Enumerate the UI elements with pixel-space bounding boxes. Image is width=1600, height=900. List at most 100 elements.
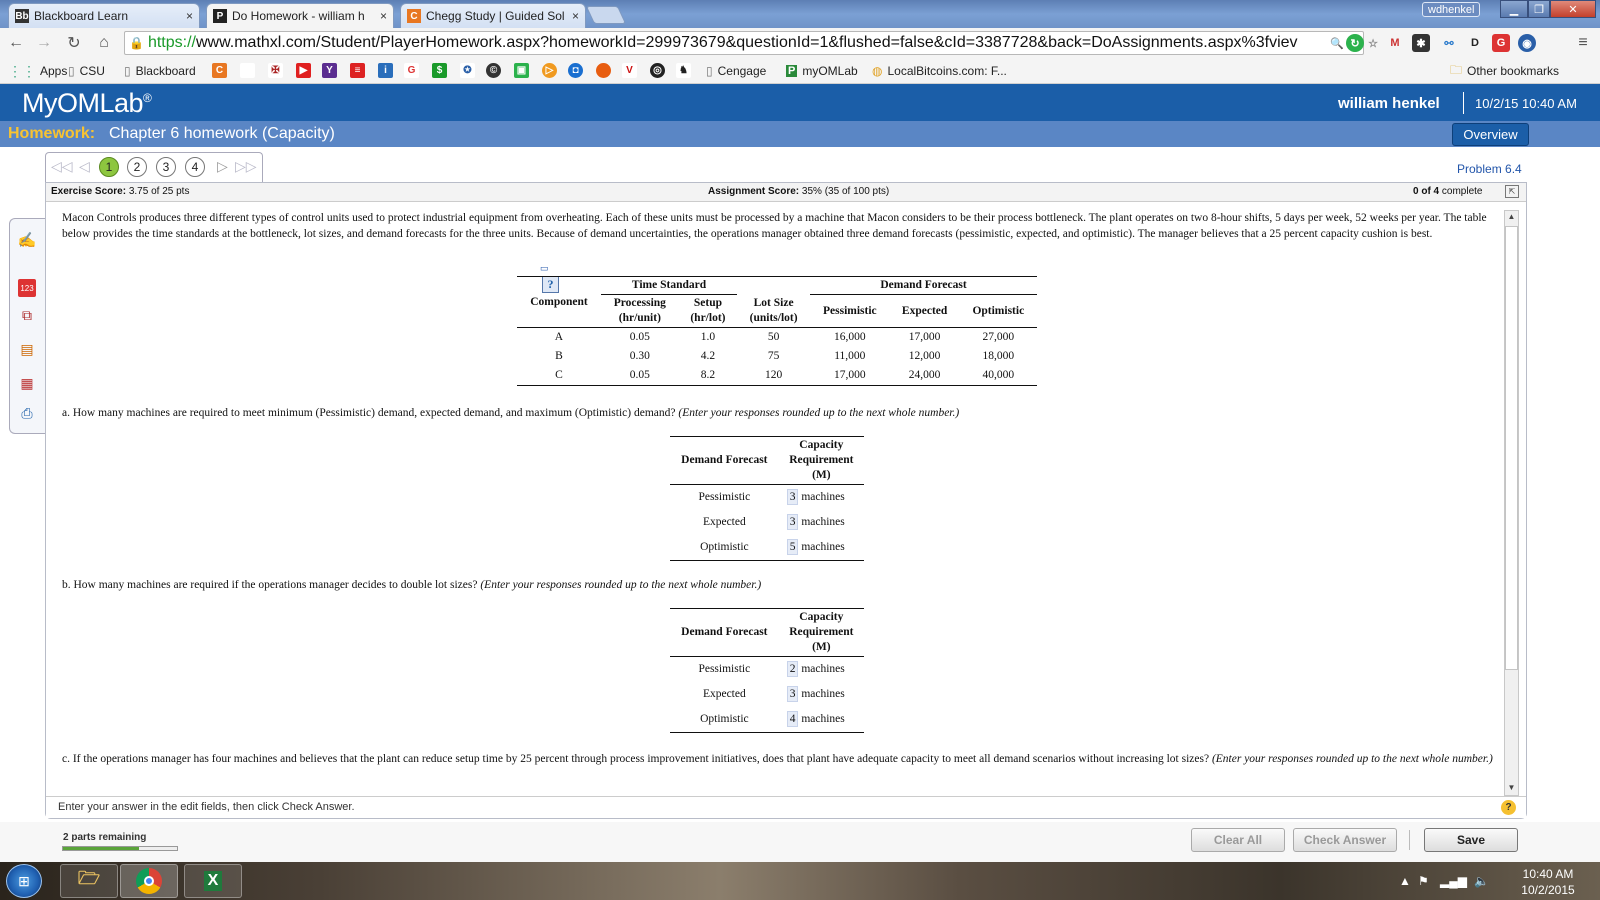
close-icon[interactable]: ×: [186, 9, 193, 23]
bookmark-star-icon[interactable]: ☆: [1364, 34, 1382, 52]
bookmark-green-icon[interactable]: ▣: [514, 63, 529, 78]
close-window-icon[interactable]: ✕: [1550, 0, 1596, 18]
bookmark-chegg-icon[interactable]: C: [212, 63, 227, 78]
question-1-button[interactable]: 1: [99, 157, 119, 177]
first-question-icon[interactable]: ◁◁: [51, 158, 73, 175]
network-signal-icon[interactable]: ▂▄▆: [1440, 874, 1467, 888]
zoom-icon[interactable]: 🔍: [1328, 34, 1346, 52]
forward-arrow-icon[interactable]: →: [34, 33, 54, 53]
action-center-icon[interactable]: ⚑: [1418, 874, 1429, 888]
group-demand-forecast: Demand Forecast: [810, 276, 1037, 295]
media-icon[interactable]: ⧉: [18, 306, 36, 324]
bookmark-blue-circle-icon[interactable]: ◘: [568, 63, 583, 78]
bookmark-dollar-icon[interactable]: $: [432, 63, 447, 78]
clear-all-button[interactable]: Clear All: [1191, 828, 1285, 852]
overview-button[interactable]: Overview: [1452, 123, 1529, 146]
bookmark-blackboard[interactable]: ▯ Blackboard: [124, 62, 196, 80]
bookmark-cengage[interactable]: ▯ Cengage: [706, 62, 766, 80]
extension-puzzle-icon[interactable]: ✱: [1412, 34, 1430, 52]
extension-circle-icon[interactable]: ◉: [1518, 34, 1536, 52]
gmail-icon[interactable]: M: [1386, 34, 1404, 52]
bookmark-badge-icon[interactable]: ✠: [268, 63, 283, 78]
tab-do-homework[interactable]: P Do Homework - william h ×: [206, 3, 394, 28]
chegg-favicon-icon: C: [407, 9, 421, 23]
bookmark-info-icon[interactable]: i: [378, 63, 393, 78]
bookmark-orange-play-icon[interactable]: ▷: [542, 63, 557, 78]
bookmark-star-badge-icon[interactable]: ✪: [460, 63, 475, 78]
bookmark-myomlab[interactable]: PmyOMLab: [786, 62, 858, 80]
answer-field[interactable]: 3: [786, 489, 799, 505]
bookmark-yahoo-icon[interactable]: Y: [322, 63, 337, 78]
maximize-icon[interactable]: ❐: [1528, 0, 1550, 18]
answer-field[interactable]: 3: [786, 686, 799, 702]
col-setup-label: Setup: [693, 297, 722, 309]
pencil-icon[interactable]: ✍: [18, 231, 37, 249]
previous-question-icon[interactable]: ◁: [79, 158, 90, 175]
bookmark-youtube-icon[interactable]: ▶: [296, 63, 311, 78]
browser-user-button[interactable]: wdhenkel: [1422, 2, 1481, 17]
excel-taskbar-icon[interactable]: X: [184, 864, 242, 898]
bookmark-apple-icon[interactable]: [240, 63, 255, 78]
bookmark-other[interactable]: 🗀 Other bookmarks: [1450, 62, 1559, 80]
next-question-icon[interactable]: ▷: [217, 158, 228, 175]
copy-table-icon[interactable]: ▭: [540, 263, 549, 273]
reload-icon[interactable]: ↻: [64, 33, 84, 53]
home-icon[interactable]: ⌂: [94, 33, 114, 53]
bookmark-localbitcoins[interactable]: ◍ LocalBitcoins.com: F...: [872, 62, 1007, 80]
chrome-taskbar-icon[interactable]: [120, 864, 178, 898]
close-icon[interactable]: ×: [380, 9, 387, 23]
bookmark-google-icon[interactable]: G: [404, 63, 419, 78]
chrome-menu-icon[interactable]: ≡: [1574, 34, 1592, 52]
bookmark-news-icon[interactable]: ≡: [350, 63, 365, 78]
windows-start-icon[interactable]: ⊞: [6, 864, 42, 898]
scroll-up-icon[interactable]: ▲: [1506, 212, 1517, 223]
unit-label: machines: [801, 541, 845, 553]
bookmark-apps[interactable]: ⋮⋮ Apps: [8, 62, 67, 80]
bookmark-circle-icon[interactable]: ©: [486, 63, 501, 78]
tab-blackboard[interactable]: Bb Blackboard Learn ×: [8, 3, 200, 28]
bookmark-cow-icon[interactable]: ♞: [676, 63, 691, 78]
bookmark-orange-dot-icon[interactable]: [596, 63, 611, 78]
volume-icon[interactable]: 🔈: [1474, 874, 1489, 888]
textbook-icon[interactable]: 123: [18, 279, 36, 297]
print-icon[interactable]: ⎙: [18, 404, 36, 422]
answer-field[interactable]: 4: [786, 711, 799, 727]
col-processing-unit: (hr/unit): [618, 312, 661, 324]
bookmark-csu[interactable]: ▯ CSU: [68, 62, 105, 80]
save-button[interactable]: Save: [1424, 828, 1518, 852]
popout-icon[interactable]: ⇱: [1505, 185, 1519, 198]
extension-green-icon[interactable]: ↻: [1346, 34, 1364, 52]
bookmark-v-icon[interactable]: V: [622, 63, 637, 78]
col-setup: Setup (hr/lot): [679, 295, 737, 328]
table-row: Optimistic 5 machines: [670, 535, 864, 561]
minimize-icon[interactable]: ▁: [1500, 0, 1528, 18]
cell-optimistic: 40,000: [982, 369, 1015, 381]
extension-g-icon[interactable]: G: [1492, 34, 1510, 52]
cell-setup: 8.2: [700, 369, 716, 381]
extension-d-icon[interactable]: D: [1466, 34, 1484, 52]
calculator-icon[interactable]: ▦: [18, 374, 36, 392]
answer-field[interactable]: 3: [786, 514, 799, 530]
answer-field[interactable]: 2: [786, 661, 799, 677]
question-3-button[interactable]: 3: [156, 157, 176, 177]
table-row: Optimistic 4 machines: [670, 707, 864, 733]
blackboard-favicon-icon: Bb: [15, 9, 29, 23]
tray-expand-icon[interactable]: ▲: [1399, 874, 1411, 888]
scroll-down-icon[interactable]: ▼: [1506, 783, 1517, 794]
answer-field[interactable]: 5: [786, 539, 799, 555]
scrollbar-thumb[interactable]: [1505, 226, 1518, 670]
file-explorer-icon[interactable]: 🗁: [60, 864, 118, 898]
close-icon[interactable]: ×: [572, 9, 579, 23]
bookmark-black-circle-icon[interactable]: ◎: [650, 63, 665, 78]
question-2-button[interactable]: 2: [127, 157, 147, 177]
notes-icon[interactable]: ▤: [18, 340, 36, 358]
help-icon[interactable]: ?: [1501, 800, 1516, 815]
check-answer-button[interactable]: Check Answer: [1293, 828, 1397, 852]
back-arrow-icon[interactable]: ←: [6, 33, 26, 53]
extension-network-icon[interactable]: ⚯: [1440, 34, 1458, 52]
last-question-icon[interactable]: ▷▷: [235, 158, 257, 175]
question-4-button[interactable]: 4: [185, 157, 205, 177]
tab-chegg[interactable]: C Chegg Study | Guided Sol ×: [400, 3, 586, 28]
address-bar[interactable]: 🔒 https:// www.mathxl.com/Student/Player…: [124, 31, 1364, 55]
taskbar-clock[interactable]: 10:40 AM 10/2/2015: [1516, 866, 1580, 898]
